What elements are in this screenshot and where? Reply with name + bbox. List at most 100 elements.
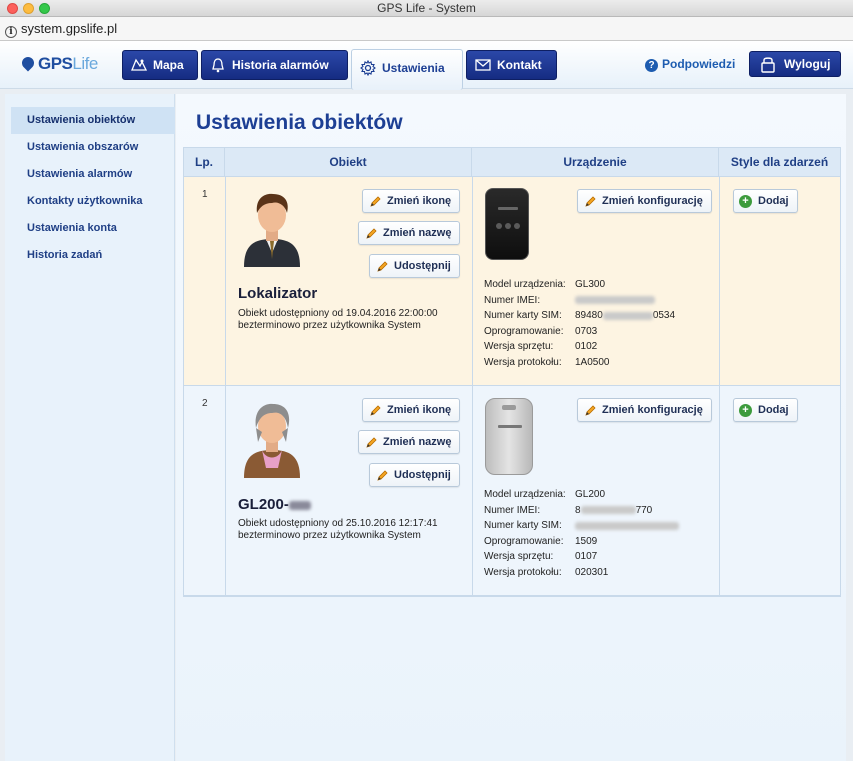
- share-button[interactable]: Udostępnij: [369, 254, 460, 278]
- minimize-window-icon[interactable]: [23, 3, 34, 14]
- change-name-button[interactable]: Zmień nazwę: [358, 430, 461, 454]
- help-link[interactable]: ? Podpowiedzi: [645, 57, 735, 72]
- object-name: GL200-: [238, 496, 311, 513]
- sidebar-item-kontakty-uzytkownika[interactable]: Kontakty użytkownika: [11, 188, 175, 215]
- spec-label: Wersja sprzętu:: [484, 341, 554, 353]
- nav-mapa-button[interactable]: Mapa: [122, 50, 198, 80]
- sidebar-item-ustawienia-obszarow[interactable]: Ustawienia obszarów: [11, 134, 175, 161]
- column-header-style: Style dla zdarzeń: [719, 148, 840, 177]
- button-label: Zmień konfigurację: [602, 195, 703, 207]
- pencil-icon: [370, 196, 381, 207]
- logout-label: Wyloguj: [784, 57, 831, 71]
- sidebar-item-ustawienia-alarmow[interactable]: Ustawienia alarmów: [11, 161, 175, 188]
- redacted-mask: [575, 295, 655, 304]
- spec-sim-value: 89480 0534: [575, 310, 676, 322]
- row-number: 1: [202, 189, 208, 200]
- help-label: Podpowiedzi: [662, 57, 736, 71]
- redacted-mask: [602, 311, 653, 320]
- table-row: 1 Zmień ikonę Zmień nazwę Udostępnij Lok…: [184, 177, 840, 386]
- old-woman-avatar-icon: [244, 403, 300, 478]
- device-gl300-image: [485, 188, 529, 260]
- location-pin-icon: [19, 54, 37, 72]
- nav-historia-alarmow-button[interactable]: Historia alarmów: [201, 50, 348, 80]
- sidebar-item-historia-zadan[interactable]: Historia zadań: [11, 242, 175, 269]
- redacted-mask: [580, 505, 636, 514]
- info-icon[interactable]: i: [5, 26, 17, 38]
- change-name-button[interactable]: Zmień nazwę: [358, 221, 461, 245]
- spec-label: Oprogramowanie:: [484, 535, 564, 547]
- button-label: Zmień ikonę: [387, 195, 452, 207]
- button-label: Zmień nazwę: [383, 436, 452, 448]
- page-title: Ustawienia obiektów: [196, 111, 403, 134]
- pencil-icon: [377, 470, 388, 481]
- device-gl200-image: [485, 398, 533, 475]
- pencil-icon: [377, 261, 388, 272]
- nav-ustawienia-tab[interactable]: Ustawienia: [351, 49, 463, 90]
- button-label: Dodaj: [758, 404, 789, 416]
- change-config-button[interactable]: Zmień konfigurację: [577, 398, 712, 422]
- redacted-mask: [288, 500, 311, 510]
- change-icon-button[interactable]: Zmień ikonę: [362, 189, 461, 213]
- spec-hardware-value: 0107: [575, 551, 598, 563]
- spec-model-value: GL300: [575, 279, 606, 290]
- spec-model-value: GL200: [575, 489, 606, 500]
- window-title: GPS Life - System: [377, 1, 476, 15]
- pencil-icon: [585, 196, 596, 207]
- object-shared-info: Obiekt udostępniony od 19.04.2016 22:00:…: [238, 308, 438, 332]
- plus-icon: +: [739, 195, 752, 208]
- share-button[interactable]: Udostępnij: [369, 463, 460, 487]
- gear-icon: [360, 60, 376, 76]
- question-icon: ?: [645, 59, 658, 72]
- add-style-button[interactable]: + Dodaj: [733, 398, 798, 422]
- nav-kontakt-button[interactable]: Kontakt: [466, 50, 557, 80]
- shared-by-text: bezterminowo przez użytkownika System: [238, 530, 421, 541]
- pencil-icon: [366, 437, 377, 448]
- spec-protocol-value: 020301: [575, 567, 609, 578]
- button-label: Dodaj: [758, 195, 789, 207]
- spec-imei-value: 8 770: [575, 504, 653, 516]
- spec-imei-value: [575, 293, 655, 309]
- spec-label: Numer IMEI:: [484, 294, 541, 306]
- maximize-window-icon[interactable]: [39, 3, 50, 14]
- url-text: system.gpslife.pl: [21, 21, 118, 36]
- column-header-urzadzenie: Urządzenie: [472, 148, 719, 177]
- pencil-icon: [585, 405, 596, 416]
- sidebar-item-ustawienia-obiektow[interactable]: Ustawienia obiektów: [11, 107, 175, 134]
- table-row: 2 Zmień ikonę Zmień nazwę Udostępnij GL2…: [184, 386, 840, 596]
- column-header-lp: Lp.: [184, 148, 225, 177]
- spec-firmware-value: 1509: [575, 535, 598, 547]
- map-icon: [131, 58, 147, 71]
- sidebar-item-ustawienia-konta[interactable]: Ustawienia konta: [11, 215, 175, 242]
- change-icon-button[interactable]: Zmień ikonę: [362, 398, 461, 422]
- padlock-icon: [761, 57, 775, 73]
- objects-table: Lp. Obiekt Urządzenie Style dla zdarzeń …: [183, 147, 841, 597]
- gpslife-logo[interactable]: GPSLife: [19, 54, 98, 74]
- shared-since-text: Obiekt udostępniony od 25.10.2016 12:17:…: [238, 518, 438, 529]
- change-config-button[interactable]: Zmień konfigurację: [577, 189, 712, 213]
- window-titlebar: GPS Life - System: [0, 0, 853, 17]
- spec-label: Wersja protokołu:: [484, 567, 562, 578]
- logout-button[interactable]: Wyloguj: [749, 51, 841, 77]
- button-label: Zmień nazwę: [383, 227, 452, 239]
- logo-text: GPS: [38, 54, 73, 73]
- spec-label: Oprogramowanie:: [484, 325, 564, 337]
- object-shared-info: Obiekt udostępniony od 25.10.2016 12:17:…: [238, 518, 438, 542]
- logo-subtext: Life: [72, 54, 98, 73]
- spec-label: Model urządzenia:: [484, 279, 566, 290]
- spec-label: Numer karty SIM:: [484, 520, 562, 532]
- spec-label: Wersja protokołu:: [484, 357, 562, 368]
- close-window-icon[interactable]: [7, 3, 18, 14]
- spec-protocol-value: 1A0500: [575, 357, 610, 368]
- envelope-icon: [475, 59, 491, 71]
- button-label: Zmień ikonę: [387, 404, 452, 416]
- button-label: Udostępnij: [394, 469, 451, 481]
- pencil-icon: [370, 405, 381, 416]
- add-style-button[interactable]: + Dodaj: [733, 189, 798, 213]
- address-bar[interactable]: i system.gpslife.pl: [0, 17, 853, 41]
- spec-label: Numer karty SIM:: [484, 310, 562, 322]
- shared-by-text: bezterminowo przez użytkownika System: [238, 320, 421, 331]
- nav-label: Historia alarmów: [232, 58, 329, 72]
- pencil-icon: [366, 228, 377, 239]
- man-avatar-icon: [244, 193, 300, 267]
- spec-label: Numer IMEI:: [484, 504, 541, 516]
